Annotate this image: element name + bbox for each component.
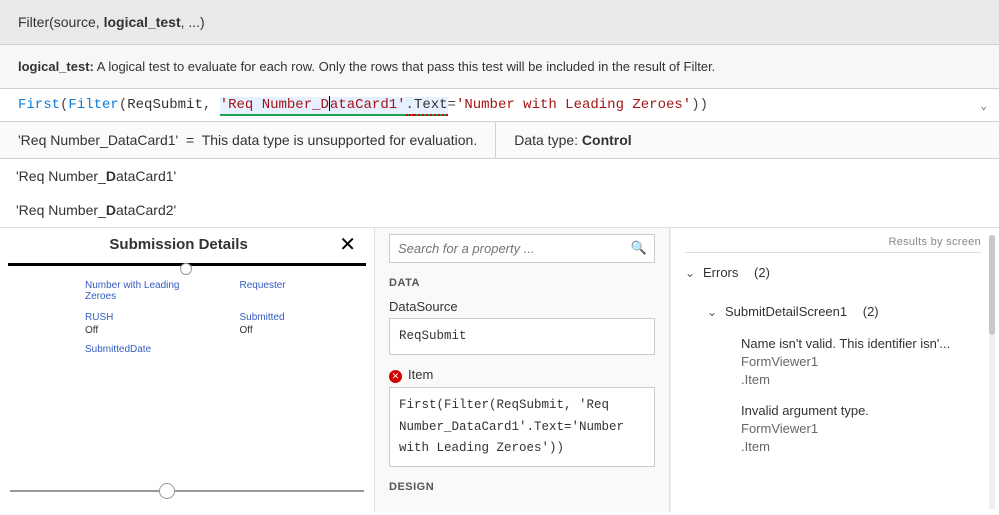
scrollbar[interactable] (989, 235, 995, 509)
field-row: SubmittedDate (85, 344, 354, 357)
scrollbar-thumb[interactable] (989, 235, 995, 335)
form-header: Submission Details ✕ (8, 228, 366, 266)
chevron-down-icon: ⌄ (707, 305, 719, 319)
main-layout: Submission Details ✕ Number with Leading… (0, 227, 999, 512)
properties-panel: 🔍 DATA DataSource ReqSubmit Item First(F… (375, 228, 670, 512)
error-item[interactable]: Name isn't valid. This identifier isn'..… (741, 335, 981, 390)
autocomplete-item[interactable]: 'Req Number_DataCard2' (0, 193, 999, 227)
field-label: SubmittedDate (85, 344, 225, 355)
property-search-input[interactable] (389, 234, 655, 263)
error-property: .Item (741, 438, 981, 456)
formula-description-bar: logical_test: A logical test to evaluate… (0, 45, 999, 89)
errors-group-toggle[interactable]: ⌄ Errors (2) (685, 261, 981, 284)
errors-group-label: Errors (703, 265, 738, 280)
error-item[interactable]: Invalid argument type. FormViewer1 .Item (741, 402, 981, 457)
form-canvas[interactable]: Submission Details ✕ Number with Leading… (0, 228, 375, 512)
field-row: Number with Leading Zeroes Requester (85, 280, 354, 304)
field-label: Requester (240, 280, 355, 291)
error-control: FormViewer1 (741, 353, 981, 371)
errors-group-count: (2) (754, 265, 770, 280)
errors-panel: Results by screen ⌄ Errors (2) ⌄ SubmitD… (670, 228, 999, 512)
property-search[interactable]: 🔍 (389, 234, 655, 263)
errors-subgroup-toggle[interactable]: ⌄ SubmitDetailScreen1 (2) (707, 300, 981, 323)
prop-datasource-label: DataSource (389, 299, 655, 314)
formula-bar[interactable]: First(Filter(ReqSubmit, 'Req Number_Data… (0, 89, 999, 122)
error-property: .Item (741, 371, 981, 389)
description-label: logical_test: (18, 59, 94, 74)
signature-current-arg: logical_test (104, 14, 181, 30)
eval-datatype: Data type: Control (496, 122, 649, 158)
search-icon[interactable]: 🔍 (631, 240, 647, 256)
errors-subgroup-count: (2) (863, 304, 879, 319)
error-message: Name isn't valid. This identifier isn'..… (741, 335, 981, 353)
section-data-label: DATA (389, 277, 655, 289)
field-value: Off (240, 325, 355, 336)
field-row: RUSH Off Submitted Off (85, 312, 354, 336)
chevron-down-icon: ⌄ (685, 266, 697, 280)
field-label: RUSH (85, 312, 200, 323)
autocomplete-item[interactable]: 'Req Number_DataCard1' (0, 159, 999, 193)
prop-datasource-input[interactable]: ReqSubmit (389, 318, 655, 355)
error-message: Invalid argument type. (741, 402, 981, 420)
signature-suffix: , ...) (181, 14, 205, 30)
error-control: FormViewer1 (741, 420, 981, 438)
form-fields: Number with Leading Zeroes Requester RUS… (0, 274, 374, 357)
signature-prefix: Filter(source, (18, 14, 104, 30)
form-title: Submission Details (18, 236, 339, 253)
prop-item-input[interactable]: First(Filter(ReqSubmit, 'Req Number_Data… (389, 387, 655, 467)
fn-first: First (18, 97, 60, 113)
formula-eval-bar: 'Req Number_DataCard1' = This data type … (0, 122, 999, 159)
formula-signature-bar: Filter(source, logical_test, ...) (0, 0, 999, 45)
eval-lhs[interactable]: 'Req Number_DataCard1' = This data type … (0, 122, 496, 158)
errors-subgroup-label: SubmitDetailScreen1 (725, 304, 847, 319)
results-header: Results by screen (685, 236, 981, 253)
autocomplete-list: 'Req Number_DataCard1' 'Req Number_DataC… (0, 159, 999, 227)
field-label: Number with Leading Zeroes (85, 280, 200, 302)
field-label: Submitted (240, 312, 355, 323)
prop-item-label: Item (389, 367, 655, 383)
selection-slider[interactable] (10, 490, 364, 492)
chevron-down-icon[interactable]: ⌄ (980, 99, 987, 113)
field-value: Off (85, 325, 200, 336)
section-design-label: DESIGN (389, 481, 655, 493)
close-icon[interactable]: ✕ (339, 232, 356, 257)
fn-filter: Filter (68, 97, 118, 113)
description-text: A logical test to evaluate for each row.… (94, 59, 715, 74)
